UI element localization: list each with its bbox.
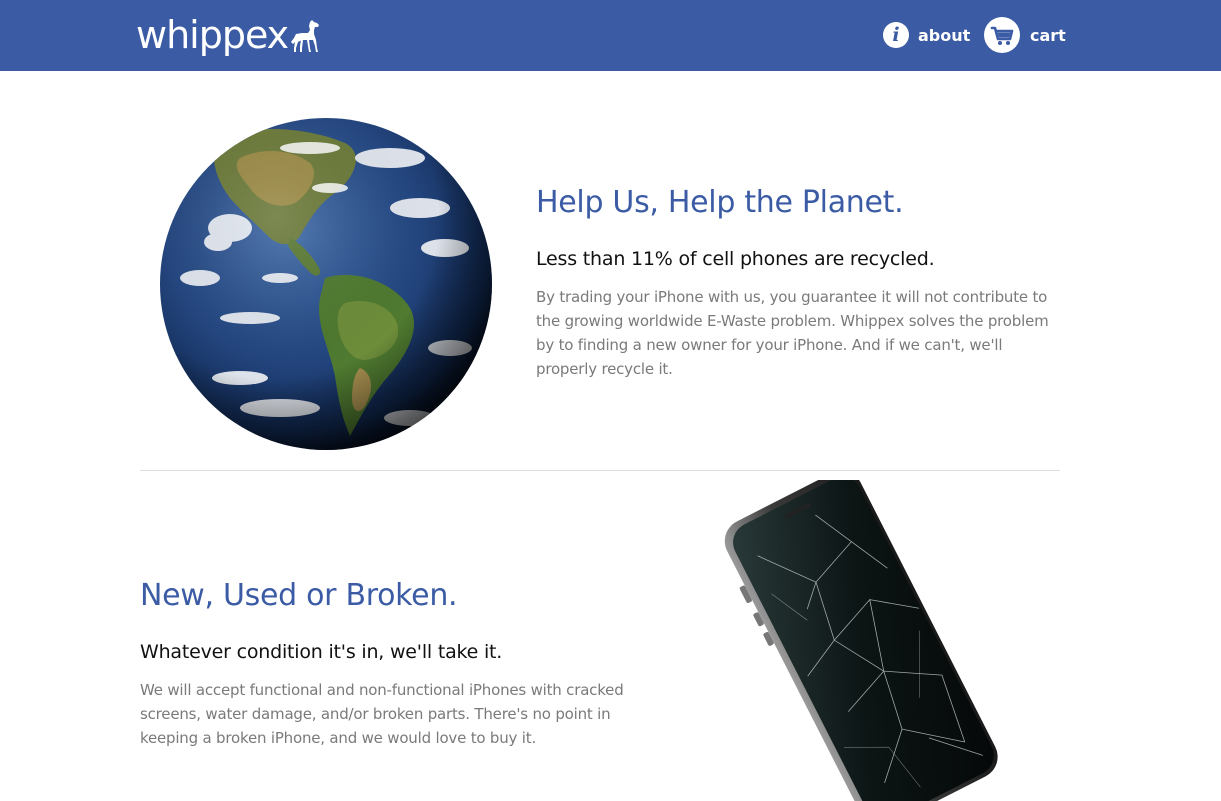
cart-icon bbox=[984, 17, 1020, 53]
nav-about-link[interactable]: i about bbox=[883, 17, 970, 53]
broken-iphone-image bbox=[724, 480, 998, 801]
logo-text: whippex bbox=[136, 13, 289, 57]
top-navbar: whippex i about cart bbox=[0, 0, 1221, 71]
nav-about-label: about bbox=[918, 25, 971, 45]
section-divider bbox=[140, 470, 1060, 471]
section-subtitle: Less than 11% of cell phones are recycle… bbox=[536, 248, 935, 270]
section-subtitle: Whatever condition it's in, we'll take i… bbox=[140, 641, 503, 663]
section-title: New, Used or Broken. bbox=[140, 578, 458, 613]
section-body: We will accept functional and non-functi… bbox=[140, 681, 624, 747]
nav-cart-label: cart bbox=[1030, 25, 1066, 45]
section-title: Help Us, Help the Planet. bbox=[536, 185, 904, 220]
earth-globe-image bbox=[160, 118, 492, 450]
section-body: By trading your iPhone with us, you guar… bbox=[536, 288, 1049, 378]
whippet-dog-icon bbox=[291, 20, 320, 52]
logo-link[interactable]: whippex bbox=[136, 12, 326, 58]
nav-cart-link[interactable]: cart bbox=[984, 17, 1066, 53]
info-icon: i bbox=[883, 22, 909, 48]
